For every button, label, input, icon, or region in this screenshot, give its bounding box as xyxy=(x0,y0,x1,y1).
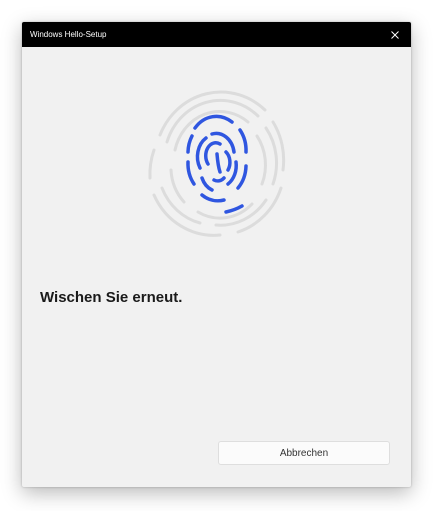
close-icon xyxy=(391,30,399,39)
cancel-button[interactable]: Abbrechen xyxy=(218,441,390,465)
title-bar[interactable]: Windows Hello-Setup xyxy=(22,22,411,47)
window-title: Windows Hello-Setup xyxy=(30,30,107,39)
close-button[interactable] xyxy=(379,22,411,47)
fingerprint-icon xyxy=(148,90,286,237)
screen: Windows Hello-Setup Wischen Sie erneut. … xyxy=(0,0,435,511)
hello-setup-dialog: Windows Hello-Setup Wischen Sie erneut. … xyxy=(22,22,411,487)
instruction-message: Wischen Sie erneut. xyxy=(40,289,183,306)
